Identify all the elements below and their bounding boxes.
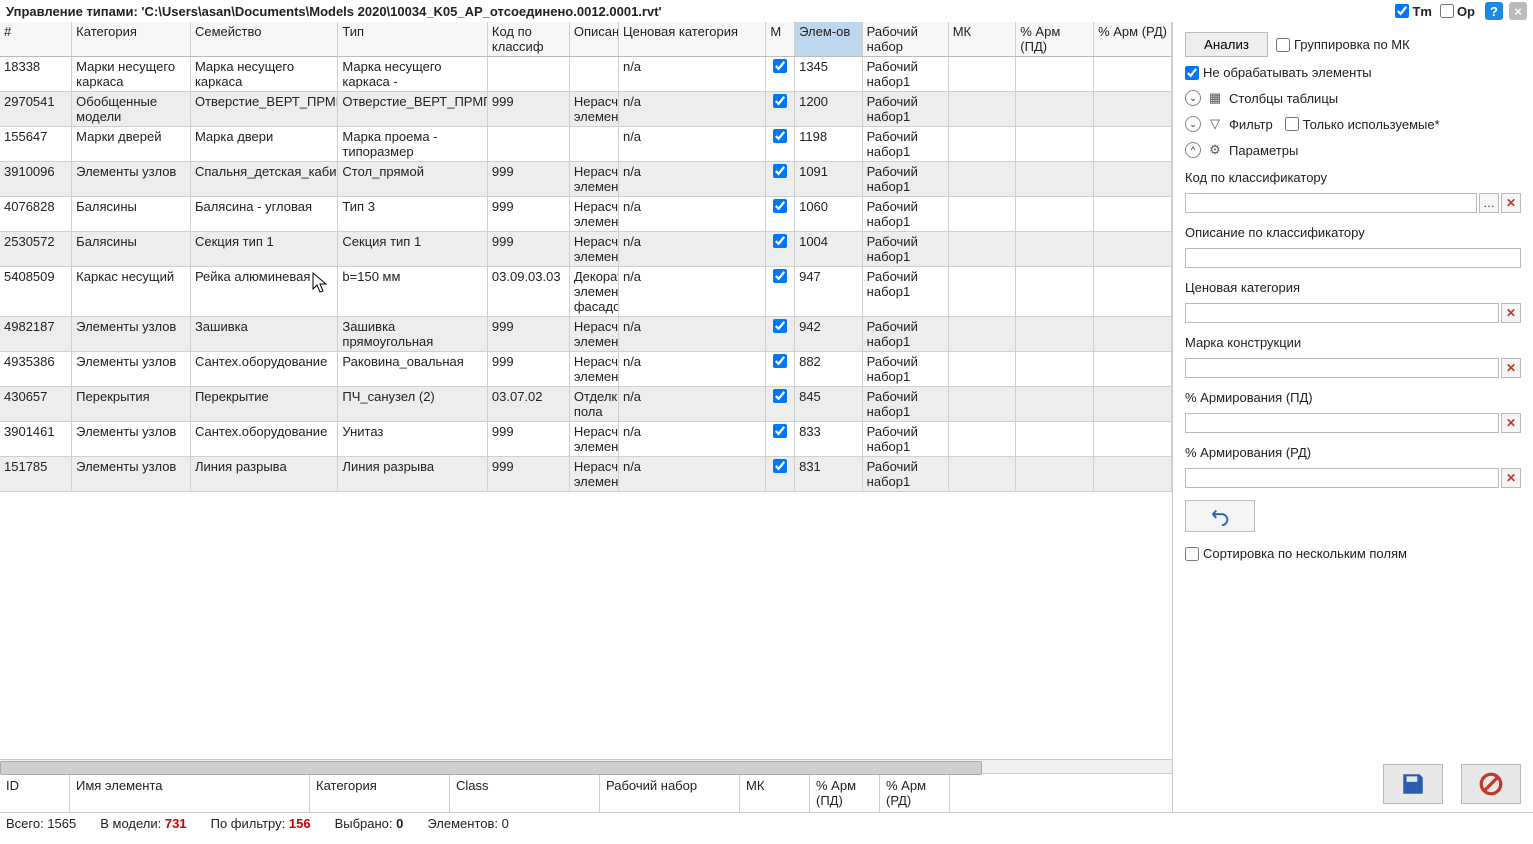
param-code-browse[interactable]: … xyxy=(1479,193,1499,213)
param-mk-label: Марка конструкции xyxy=(1185,335,1521,350)
table-row[interactable]: 4076828БалясиныБалясина - угловаяТип 399… xyxy=(0,197,1172,232)
detail-col-header: Категория xyxy=(310,774,450,812)
col-header[interactable]: Семейство xyxy=(190,22,337,57)
table-row[interactable]: 18338Марки несущего каркасаМарка несущег… xyxy=(0,57,1172,92)
help-icon[interactable]: ? xyxy=(1485,2,1503,20)
analyze-button[interactable]: Анализ xyxy=(1185,32,1268,57)
col-header[interactable]: Элем-ов xyxy=(795,22,863,57)
m-checkbox[interactable] xyxy=(773,269,787,283)
status-bar: Всего: 1565 В модели: 731 По фильтру: 15… xyxy=(0,812,1533,834)
param-price-clear[interactable]: ✕ xyxy=(1501,303,1521,323)
filter-section-label: Фильтр xyxy=(1229,117,1273,132)
op-checkbox[interactable]: Op xyxy=(1440,4,1475,19)
horizontal-scrollbar[interactable] xyxy=(0,759,1172,773)
undo-button[interactable] xyxy=(1185,500,1255,532)
detail-col-header: Имя элемента xyxy=(70,774,310,812)
param-desc-input[interactable] xyxy=(1185,248,1521,268)
param-price-input[interactable] xyxy=(1185,303,1499,323)
m-checkbox[interactable] xyxy=(773,164,787,178)
sliders-icon: ⚙ xyxy=(1207,142,1223,158)
m-checkbox[interactable] xyxy=(773,424,787,438)
col-header[interactable]: # xyxy=(0,22,72,57)
detail-col-header: % Арм (ПД) xyxy=(810,774,880,812)
m-checkbox[interactable] xyxy=(773,94,787,108)
table-row[interactable]: 430657ПерекрытияПерекрытиеПЧ_санузел (2)… xyxy=(0,387,1172,422)
param-armpd-input[interactable] xyxy=(1185,413,1499,433)
columns-section-toggle[interactable]: ⌄ xyxy=(1185,90,1201,106)
detail-col-header: ID xyxy=(0,774,70,812)
param-code-clear[interactable]: ✕ xyxy=(1501,193,1521,213)
filter-section-toggle[interactable]: ⌄ xyxy=(1185,116,1201,132)
col-header[interactable]: Ценовая категория xyxy=(618,22,765,57)
col-header[interactable]: Рабочий набор xyxy=(862,22,948,57)
m-checkbox[interactable] xyxy=(773,319,787,333)
m-checkbox[interactable] xyxy=(773,234,787,248)
table-row[interactable]: 155647Марки дверейМарка двериМарка проем… xyxy=(0,127,1172,162)
param-armrd-clear[interactable]: ✕ xyxy=(1501,468,1521,488)
group-by-mk-checkbox[interactable]: Группировка по МК xyxy=(1276,37,1410,52)
col-header[interactable]: М xyxy=(766,22,795,57)
m-checkbox[interactable] xyxy=(773,129,787,143)
col-header[interactable]: % Арм (ПД) xyxy=(1016,22,1094,57)
table-row[interactable]: 2530572БалясиныСекция тип 1Секция тип 19… xyxy=(0,232,1172,267)
param-armrd-input[interactable] xyxy=(1185,468,1499,488)
param-code-input[interactable] xyxy=(1185,193,1477,213)
param-desc-label: Описание по классификатору xyxy=(1185,225,1521,240)
params-section-label: Параметры xyxy=(1229,143,1298,158)
param-armpd-clear[interactable]: ✕ xyxy=(1501,413,1521,433)
table-row[interactable]: 2970541Обобщенные моделиОтверстие_ВЕРТ_П… xyxy=(0,92,1172,127)
sort-multi-checkbox[interactable]: Сортировка по нескольким полям xyxy=(1185,546,1521,561)
cancel-button[interactable] xyxy=(1461,764,1521,804)
detail-header-row: IDИмя элементаКатегорияClassРабочий набо… xyxy=(0,773,1172,812)
m-checkbox[interactable] xyxy=(773,389,787,403)
params-section-toggle[interactable]: ^ xyxy=(1185,142,1201,158)
m-checkbox[interactable] xyxy=(773,59,787,73)
param-code-label: Код по классификатору xyxy=(1185,170,1521,185)
only-used-checkbox[interactable]: Только используемые* xyxy=(1285,117,1440,132)
no-process-checkbox[interactable]: Не обрабатывать элементы xyxy=(1185,65,1521,80)
table-row[interactable]: 151785Элементы узловЛиния разрываЛиния р… xyxy=(0,457,1172,492)
col-header[interactable]: Тип xyxy=(338,22,488,57)
columns-section-label: Столбцы таблицы xyxy=(1229,91,1338,106)
col-header[interactable]: МК xyxy=(948,22,1016,57)
m-checkbox[interactable] xyxy=(773,459,787,473)
detail-col-header: % Арм (РД) xyxy=(880,774,950,812)
m-checkbox[interactable] xyxy=(773,199,787,213)
table-row[interactable]: 4982187Элементы узловЗашивкаЗашивка прям… xyxy=(0,317,1172,352)
table-row[interactable]: 4935386Элементы узловСантех.оборудование… xyxy=(0,352,1172,387)
param-price-label: Ценовая категория xyxy=(1185,280,1521,295)
col-header[interactable]: Категория xyxy=(72,22,191,57)
save-button[interactable] xyxy=(1383,764,1443,804)
col-header[interactable]: % Арм (РД) xyxy=(1094,22,1172,57)
m-checkbox[interactable] xyxy=(773,354,787,368)
tm-checkbox[interactable]: Tm xyxy=(1395,4,1432,19)
grid-icon: ▦ xyxy=(1207,90,1223,106)
types-table[interactable]: #КатегорияСемействоТипКод по классифОпис… xyxy=(0,22,1172,492)
window-title: Управление типами: 'C:\Users\asan\Docume… xyxy=(6,4,662,19)
close-icon[interactable]: × xyxy=(1509,2,1527,20)
param-armpd-label: % Армирования (ПД) xyxy=(1185,390,1521,405)
detail-col-header: МК xyxy=(740,774,810,812)
detail-col-header: Рабочий набор xyxy=(600,774,740,812)
col-header[interactable]: Описание xyxy=(569,22,618,57)
table-row[interactable]: 5408509Каркас несущийРейка алюминеваяb=1… xyxy=(0,267,1172,317)
funnel-icon: ▽ xyxy=(1207,116,1223,132)
table-row[interactable]: 3910096Элементы узловСпальня_детская_каб… xyxy=(0,162,1172,197)
table-row[interactable]: 3901461Элементы узловСантех.оборудование… xyxy=(0,422,1172,457)
param-armrd-label: % Армирования (РД) xyxy=(1185,445,1521,460)
param-mk-clear[interactable]: ✕ xyxy=(1501,358,1521,378)
param-mk-input[interactable] xyxy=(1185,358,1499,378)
col-header[interactable]: Код по классиф xyxy=(487,22,569,57)
detail-col-header: Class xyxy=(450,774,600,812)
